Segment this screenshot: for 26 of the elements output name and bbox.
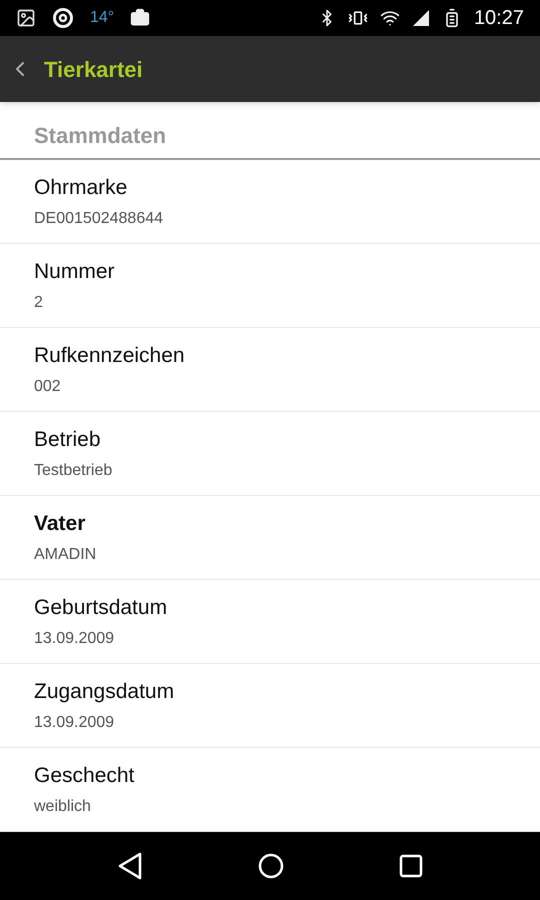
field-value: 13.09.2009	[34, 713, 116, 734]
field-label: Nummer	[34, 258, 116, 285]
section-title: Stammdaten	[34, 122, 166, 150]
field-label: Betrieb	[34, 426, 102, 453]
field-label: Zugangsdatum	[34, 678, 176, 705]
field-value: Testbetrieb	[34, 461, 114, 482]
clock: 10:27	[474, 6, 524, 31]
field-value: 13.09.2009	[34, 629, 116, 650]
home-nav-button[interactable]	[258, 853, 284, 879]
field-value: 2	[34, 293, 44, 314]
briefcase-icon	[130, 8, 150, 28]
back-nav-button[interactable]	[117, 852, 144, 880]
gallery-icon	[16, 8, 36, 28]
recents-nav-button[interactable]	[398, 854, 423, 878]
signal-icon	[412, 9, 430, 27]
field-value: weiblich	[34, 797, 92, 818]
field-label: Vater	[34, 510, 86, 537]
field-label: Ohrmarke	[34, 174, 128, 201]
field-value: DE001502488644	[34, 209, 164, 230]
field-label: Geschecht	[34, 762, 136, 789]
field-label: Rufkennzeichen	[34, 342, 186, 369]
field-label: Geburtsdatum	[34, 594, 168, 621]
temperature: 14°	[90, 8, 114, 28]
field-value: AMADIN	[34, 545, 98, 566]
field-value: 002	[34, 377, 62, 398]
screen-title: Tierkartei	[44, 56, 143, 84]
